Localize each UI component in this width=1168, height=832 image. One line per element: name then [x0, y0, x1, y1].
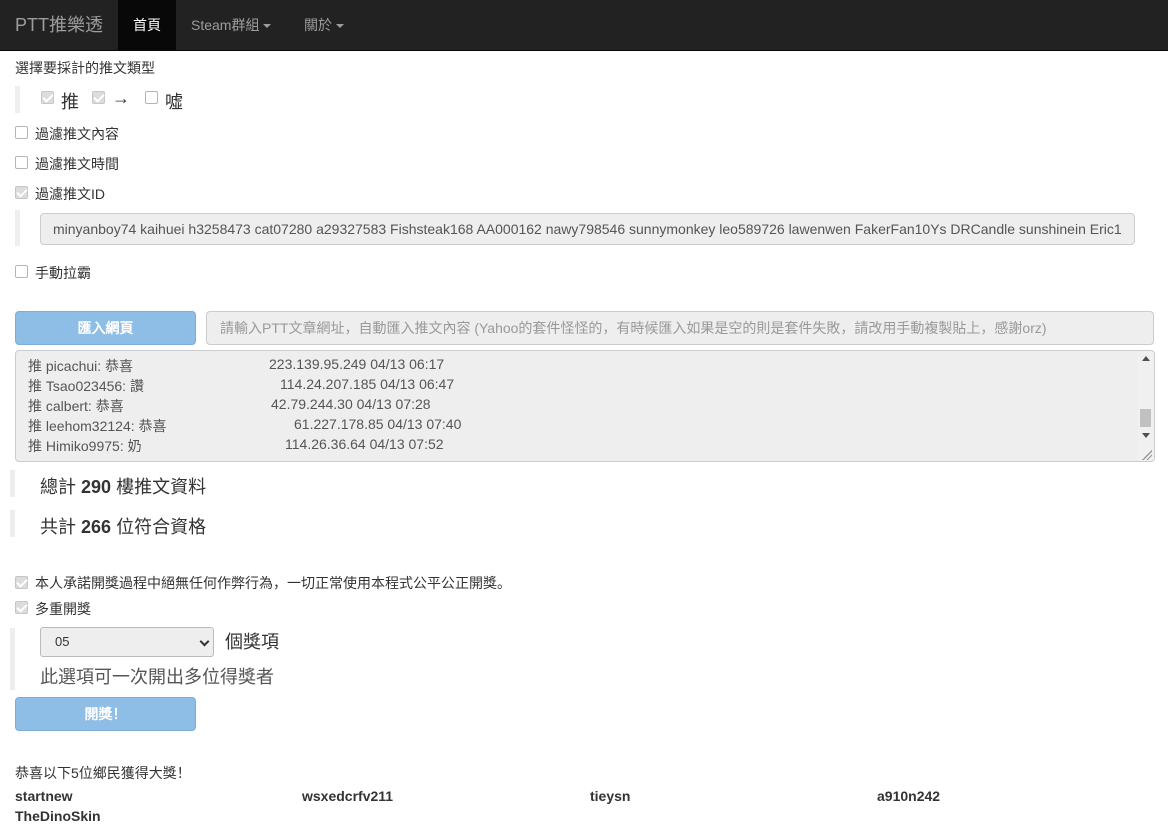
- push-text: 推 Himiko9975: 奶: [28, 438, 142, 454]
- total-count: 290: [81, 477, 112, 497]
- push-text: 推 picachui: 恭喜: [28, 358, 134, 374]
- resize-handle-icon[interactable]: [1142, 450, 1152, 460]
- chevron-down-icon: [336, 24, 344, 29]
- quote-bar: [10, 470, 15, 497]
- winner-name: wsxedcrfv211: [302, 788, 394, 804]
- filter-time-label: 過濾推文時間: [35, 156, 119, 172]
- filter-content-checkbox[interactable]: [15, 126, 28, 139]
- scrollbar-thumb[interactable]: [1140, 409, 1151, 427]
- promise-label: 本人承諾開獎過程中絕無任何作弊行為，一切正常使用本程式公平公正開獎。: [35, 575, 511, 591]
- scroll-down-icon[interactable]: [1142, 433, 1150, 438]
- scroll-up-icon[interactable]: [1142, 356, 1150, 361]
- filter-heading: 選擇要採計的推文類型: [15, 60, 155, 76]
- navbar: PTT推樂透 首頁 Steam群組 關於: [0, 0, 1168, 51]
- push-text: 推 leehom32124: 恭喜: [28, 418, 167, 434]
- manual-spin-label: 手動拉霸: [35, 265, 91, 281]
- nav-home[interactable]: 首頁: [118, 0, 176, 50]
- nav-about[interactable]: 關於: [289, 0, 359, 50]
- filter-id-checkbox[interactable]: [15, 186, 28, 199]
- multi-draw-label: 多重開獎: [35, 601, 91, 617]
- id-filter-input[interactable]: minyanboy74 kaihuei h3258473 cat07280 a2…: [40, 213, 1135, 245]
- winner-name: TheDinoSkin: [15, 808, 101, 824]
- push-meta: 114.26.36.64 04/13 07:52: [285, 436, 444, 452]
- prize-count-value: 05: [55, 634, 70, 649]
- push-meta: 223.139.95.249 04/13 06:17: [269, 356, 445, 372]
- multi-draw-checkbox[interactable]: [15, 601, 28, 614]
- type-arrow-label: →: [112, 88, 130, 108]
- total-stat: 總計 290 樓推文資料: [40, 473, 206, 499]
- manual-spin-checkbox[interactable]: [15, 265, 28, 278]
- total-prefix: 總計: [40, 477, 76, 497]
- brand-logo[interactable]: PTT推樂透: [15, 0, 103, 50]
- nav-about-label: 關於: [304, 17, 332, 33]
- type-push-label: 推: [61, 92, 79, 112]
- push-meta: 61.227.178.85 04/13 07:40: [294, 416, 462, 432]
- prize-count-select[interactable]: 05: [40, 627, 214, 657]
- nav-steam-label: Steam群組: [191, 17, 260, 33]
- chevron-down-icon: [199, 636, 210, 647]
- qualified-stat: 共計 266 位符合資格: [40, 513, 206, 539]
- prize-count-suffix: 個獎項: [225, 632, 279, 652]
- nav-steam-group[interactable]: Steam群組: [176, 0, 286, 50]
- push-text: 推 Tsao023456: 讚: [28, 378, 144, 394]
- url-input[interactable]: 請輸入PTT文章網址，自動匯入推文內容 (Yahoo的套件怪怪的，有時候匯入如果…: [206, 311, 1154, 345]
- qualified-suffix: 位符合資格: [116, 517, 207, 537]
- quote-bar: [15, 86, 20, 113]
- qualified-prefix: 共計: [40, 517, 76, 537]
- draw-button[interactable]: 開獎！: [15, 697, 196, 731]
- push-list: 推 picachui: 恭喜 223.139.95.249 04/13 06:17…: [28, 356, 1128, 456]
- promise-checkbox[interactable]: [15, 576, 28, 589]
- quote-bar: [10, 628, 15, 690]
- winner-name: tieysn: [590, 788, 631, 804]
- total-suffix: 樓推文資料: [116, 477, 207, 497]
- push-meta: 114.24.207.185 04/13 06:47: [280, 376, 455, 392]
- type-boo-checkbox[interactable]: [145, 91, 158, 104]
- filter-id-label: 過濾推文ID: [35, 186, 105, 202]
- winner-name: startnew: [15, 788, 73, 804]
- chevron-down-icon: [263, 24, 272, 29]
- result-heading: 恭喜以下5位鄉民獲得大獎！: [15, 765, 191, 781]
- filter-time-checkbox[interactable]: [15, 156, 28, 169]
- multi-draw-hint: 此選項可一次開出多位得獎者: [40, 667, 274, 687]
- type-arrow-checkbox[interactable]: [92, 91, 105, 104]
- push-textarea[interactable]: 推 picachui: 恭喜 223.139.95.249 04/13 06:17…: [15, 350, 1155, 462]
- filter-content-label: 過濾推文內容: [35, 126, 119, 142]
- import-button[interactable]: 匯入網頁: [15, 311, 196, 345]
- push-meta: 42.79.244.30 04/13 07:28: [271, 396, 431, 412]
- type-boo-label: 噓: [165, 92, 183, 112]
- type-push-checkbox[interactable]: [41, 91, 54, 104]
- quote-bar: [15, 210, 20, 246]
- quote-bar: [10, 510, 15, 537]
- scrollbar[interactable]: [1137, 351, 1154, 461]
- push-text: 推 calbert: 恭喜: [28, 398, 124, 414]
- qualified-count: 266: [81, 517, 112, 537]
- winner-name: a910n242: [877, 788, 941, 804]
